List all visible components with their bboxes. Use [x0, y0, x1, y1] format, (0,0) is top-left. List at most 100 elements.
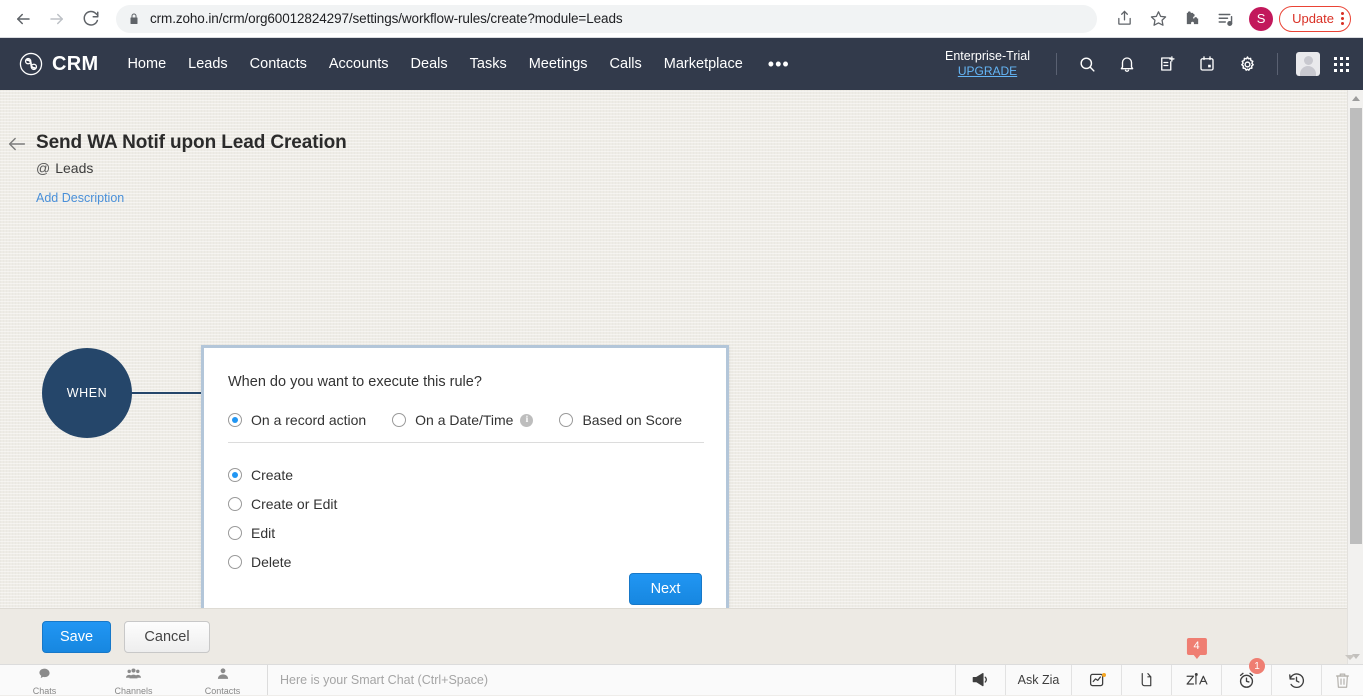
url-text: crm.zoho.in/crm/org60012824297/settings/…: [150, 11, 623, 26]
feed-icon[interactable]: [1121, 665, 1171, 695]
forward-arrow-icon[interactable]: [40, 2, 74, 36]
radio-label-based-on-score: Based on Score: [582, 412, 682, 428]
calendar-icon[interactable]: [1191, 48, 1223, 80]
radio-label-create: Create: [251, 467, 293, 483]
nav-item-home[interactable]: Home: [116, 38, 177, 90]
radio-on-a-record-action[interactable]: On a record action: [228, 412, 366, 428]
radio-based-on-score[interactable]: Based on Score: [559, 412, 682, 428]
page-back-arrow-icon[interactable]: [6, 133, 28, 160]
workflow-rule-builder: Send WA Notif upon Lead Creation @Leads …: [0, 90, 1347, 608]
url-domain: crm.zoho.in: [150, 11, 219, 26]
radio-edit[interactable]: Edit: [228, 518, 337, 547]
group-icon: [126, 667, 141, 685]
url-path: /crm/org60012824297/settings/workflow-ru…: [219, 11, 623, 26]
radio-label-date-time: On a Date/Time: [415, 412, 513, 428]
user-avatar[interactable]: [1296, 52, 1320, 76]
crm-top-navigation: CRM Home Leads Contacts Accounts Deals T…: [0, 38, 1363, 90]
scrollbar-thumb[interactable]: [1350, 108, 1362, 544]
footer-action-bar: Save Cancel: [0, 608, 1347, 664]
info-icon[interactable]: i: [520, 414, 533, 427]
alarm-clock-icon[interactable]: 1: [1221, 665, 1271, 695]
analytics-icon[interactable]: [1071, 665, 1121, 695]
back-arrow-icon[interactable]: [6, 2, 40, 36]
search-icon[interactable]: [1071, 48, 1103, 80]
bell-icon[interactable]: [1111, 48, 1143, 80]
nav-item-leads[interactable]: Leads: [177, 38, 239, 90]
nav-item-accounts[interactable]: Accounts: [318, 38, 400, 90]
zia-icon[interactable]: 4: [1171, 665, 1221, 695]
megaphone-icon[interactable]: [955, 665, 1005, 695]
radio-label-create-or-edit: Create or Edit: [251, 496, 337, 512]
zia-badge: 4: [1186, 638, 1206, 655]
flow-connector: [131, 392, 203, 394]
reading-list-icon[interactable]: [1211, 4, 1241, 34]
radio-label-delete: Delete: [251, 554, 291, 570]
add-description-link[interactable]: Add Description: [36, 191, 124, 205]
trash-icon[interactable]: [1321, 665, 1363, 695]
nav-more-icon[interactable]: •••: [754, 55, 804, 73]
browser-profile-avatar[interactable]: S: [1249, 7, 1273, 31]
module-at-symbol: @: [36, 160, 50, 176]
smart-chat-placeholder: Here is your Smart Chat (Ctrl+Space): [280, 673, 488, 687]
radio-delete[interactable]: Delete: [228, 547, 337, 576]
nav-item-marketplace[interactable]: Marketplace: [653, 38, 754, 90]
radio-create[interactable]: Create: [228, 460, 337, 489]
save-button[interactable]: Save: [42, 621, 111, 653]
rule-module: @ Leads: [36, 160, 93, 176]
person-icon: [217, 667, 229, 685]
nav-divider-2: [1277, 53, 1278, 75]
app-grid-icon[interactable]: [1334, 57, 1349, 72]
radio-label-edit: Edit: [251, 525, 275, 541]
crm-logo-text: CRM: [52, 53, 98, 76]
taskbar-tab-chats[interactable]: Chats: [0, 665, 89, 696]
address-bar[interactable]: crm.zoho.in/crm/org60012824297/settings/…: [116, 5, 1097, 33]
smart-chat-input[interactable]: Here is your Smart Chat (Ctrl+Space): [267, 665, 955, 695]
rule-config-card: When do you want to execute this rule? O…: [201, 345, 729, 646]
radio-button-create[interactable]: [228, 468, 242, 482]
kebab-menu-icon[interactable]: [1341, 12, 1344, 25]
note-add-icon[interactable]: [1151, 48, 1183, 80]
record-action-group: Create Create or Edit Edit Delete: [228, 460, 337, 576]
notification-dot-icon: [1102, 673, 1106, 677]
nav-item-meetings[interactable]: Meetings: [518, 38, 599, 90]
page-title: Send WA Notif upon Lead Creation: [36, 132, 347, 154]
taskbar-right-buttons: Ask Zia 4 1: [955, 665, 1363, 695]
nav-divider: [1056, 53, 1057, 75]
module-name: Leads: [55, 160, 93, 176]
page-scrollbar[interactable]: [1347, 90, 1363, 664]
crm-logo[interactable]: CRM: [18, 51, 98, 77]
ask-zia-button[interactable]: Ask Zia: [1005, 665, 1071, 695]
puzzle-icon[interactable]: [1177, 4, 1207, 34]
radio-button-delete[interactable]: [228, 555, 242, 569]
radio-label-record-action: On a record action: [251, 412, 366, 428]
radio-create-or-edit[interactable]: Create or Edit: [228, 489, 337, 518]
upgrade-link[interactable]: UPGRADE: [945, 64, 1030, 79]
taskbar-tab-contacts[interactable]: Contacts: [178, 665, 267, 696]
share-icon[interactable]: [1109, 4, 1139, 34]
nav-item-tasks[interactable]: Tasks: [459, 38, 518, 90]
update-button[interactable]: Update: [1279, 6, 1351, 32]
taskbar-tab-channels[interactable]: Channels: [89, 665, 178, 696]
radio-button-create-or-edit[interactable]: [228, 497, 242, 511]
radio-button-based-on-score[interactable]: [559, 413, 573, 427]
radio-button-edit[interactable]: [228, 526, 242, 540]
radio-button-record-action[interactable]: [228, 413, 242, 427]
radio-on-a-date-time[interactable]: On a Date/Time i: [392, 412, 533, 428]
history-icon[interactable]: [1271, 665, 1321, 695]
card-question: When do you want to execute this rule?: [228, 374, 482, 390]
scrollbar-up-arrow-icon[interactable]: [1348, 90, 1363, 106]
lock-icon: [128, 12, 140, 26]
star-icon[interactable]: [1143, 4, 1173, 34]
next-button[interactable]: Next: [629, 573, 702, 605]
nav-item-contacts[interactable]: Contacts: [239, 38, 318, 90]
when-node[interactable]: WHEN: [42, 348, 132, 438]
radio-button-date-time[interactable]: [392, 413, 406, 427]
reload-icon[interactable]: [74, 2, 108, 36]
nav-item-deals[interactable]: Deals: [400, 38, 459, 90]
cancel-button[interactable]: Cancel: [124, 621, 210, 653]
taskbar-tab-label-chats: Chats: [33, 686, 57, 696]
gear-icon[interactable]: [1231, 48, 1263, 80]
nav-item-calls[interactable]: Calls: [599, 38, 653, 90]
taskbar-collapse-caret-icon[interactable]: [1345, 655, 1355, 660]
trial-plan-label: Enterprise-Trial: [945, 49, 1030, 64]
